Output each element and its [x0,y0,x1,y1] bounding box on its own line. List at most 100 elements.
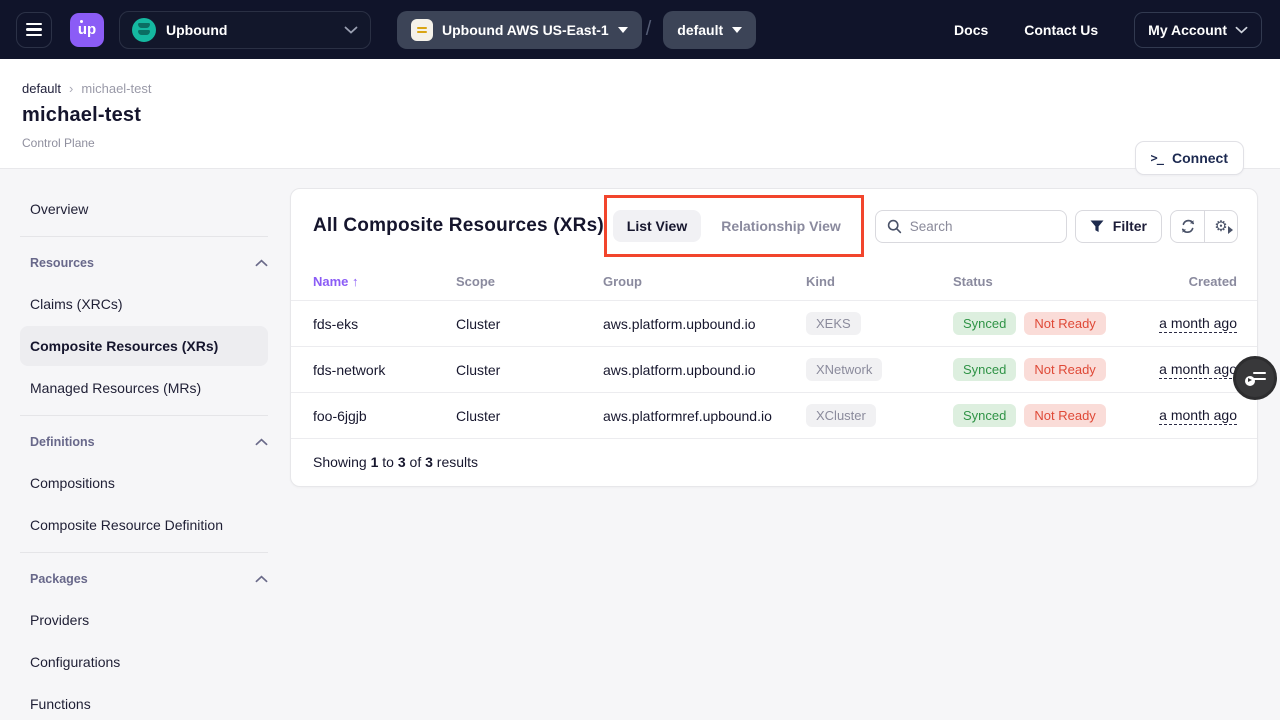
filter-icon [1090,220,1104,233]
breadcrumb-root[interactable]: default [22,81,61,96]
sidebar-section-title: Resources [30,256,94,270]
kind-badge: XNetwork [806,358,882,381]
page-subtitle: Control Plane [22,136,1280,150]
sidebar-item-compositions[interactable]: Compositions [20,463,268,503]
cell-group: aws.platform.upbound.io [603,362,806,378]
status-badge-synced: Synced [953,358,1016,381]
page-title: michael-test [22,104,1280,127]
table-row[interactable]: foo-6jgjbClusteraws.platformref.upbound.… [291,393,1257,439]
sidebar-item-composite-resources-xrs[interactable]: Composite Resources (XRs) [20,326,268,366]
caret-down-icon [732,27,742,33]
namespace-name: default [677,22,723,38]
status-badge-synced: Synced [953,312,1016,335]
cell-status: SyncedNot Ready [953,404,1139,427]
column-header-kind[interactable]: Kind [806,274,953,289]
auto-refresh-settings-button[interactable]: ⚙ [1204,211,1237,242]
namespace-selector[interactable]: default [663,11,756,49]
search-input[interactable] [910,219,1087,234]
gear-play-icon: ⚙ [1214,219,1227,234]
feedback-list-icon [1245,371,1266,386]
my-account-button[interactable]: My Account [1134,12,1262,48]
chevron-up-icon [255,570,268,588]
results-summary-part: 3 [425,454,433,470]
refresh-icon [1180,219,1196,234]
chevron-down-icon [1235,26,1248,34]
sidebar-item-composite-resource-definition[interactable]: Composite Resource Definition [20,505,268,545]
sidebar-item-functions[interactable]: Functions [20,684,268,720]
top-navbar: up Upbound Upbound AWS US-East-1 / defau… [0,0,1280,59]
results-summary-part: results [433,454,478,470]
table-row[interactable]: fds-networkClusteraws.platform.upbound.i… [291,347,1257,393]
sidebar-item-managed-resources-mrs[interactable]: Managed Resources (MRs) [20,368,268,408]
column-header-created[interactable]: Created [1139,274,1237,289]
sidebar-divider [20,236,268,237]
status-badge-not-ready: Not Ready [1024,312,1105,335]
cell-created: a month ago [1139,407,1237,425]
view-toggle-list-view[interactable]: List View [613,210,701,242]
cell-created: a month ago [1139,315,1237,333]
cell-group: aws.platform.upbound.io [603,316,806,332]
nav-link-docs[interactable]: Docs [954,22,988,38]
sidebar-item-configurations[interactable]: Configurations [20,642,268,682]
sidebar-divider [20,552,268,553]
column-header-status[interactable]: Status [953,274,1139,289]
cell-created: a month ago [1139,361,1237,379]
column-header-scope[interactable]: Scope [456,274,603,289]
breadcrumb: default › michael-test [22,81,1280,96]
sidebar: Overview ResourcesClaims (XRCs)Composite… [0,169,290,720]
column-header-name[interactable]: Name ↑ [313,274,456,289]
organization-selector[interactable]: Upbound [119,11,371,49]
sidebar-item-providers[interactable]: Providers [20,600,268,640]
sidebar-section-resources[interactable]: Resources [30,244,268,282]
panel-header: All Composite Resources (XRs) List ViewR… [291,189,1257,263]
sidebar-item-overview[interactable]: Overview [20,189,268,229]
sidebar-divider [20,415,268,416]
created-tooltip-link[interactable]: a month ago [1159,315,1237,333]
breadcrumb-current: michael-test [81,81,151,96]
filter-button[interactable]: Filter [1075,210,1162,243]
control-plane-selector[interactable]: Upbound AWS US-East-1 [397,11,642,49]
organization-name: Upbound [166,22,227,38]
cell-kind: XCluster [806,404,953,427]
table-header-row: Name ↑ScopeGroupKindStatusCreated [291,263,1257,301]
sidebar-item-claims-xrcs[interactable]: Claims (XRCs) [20,284,268,324]
view-toggle: List ViewRelationship View [613,210,855,242]
feedback-widget-button[interactable] [1233,356,1277,400]
column-header-group[interactable]: Group [603,274,806,289]
cell-status: SyncedNot Ready [953,358,1139,381]
refresh-button[interactable] [1171,211,1204,242]
table-row[interactable]: fds-eksClusteraws.platform.upbound.ioXEK… [291,301,1257,347]
results-summary-part: 3 [398,454,406,470]
search-box [875,210,1067,243]
cell-scope: Cluster [456,408,603,424]
nav-link-contact-us[interactable]: Contact Us [1024,22,1098,38]
control-plane-icon [411,19,433,41]
created-tooltip-link[interactable]: a month ago [1159,361,1237,379]
search-icon [887,219,902,234]
view-toggle-relationship-view[interactable]: Relationship View [707,210,855,242]
kind-badge: XCluster [806,404,876,427]
hamburger-menu-button[interactable] [16,12,52,48]
sidebar-section-packages[interactable]: Packages [30,560,268,598]
sidebar-section-definitions[interactable]: Definitions [30,423,268,461]
connect-button[interactable]: >_ Connect [1135,141,1244,175]
chevron-up-icon [255,433,268,451]
cell-name: fds-network [313,362,456,378]
connect-label: Connect [1172,150,1228,166]
chevron-up-icon [255,254,268,272]
breadcrumb-separator-icon: › [69,81,73,96]
results-summary-part: of [406,454,425,470]
cell-status: Synced Not Ready [953,312,1139,335]
status-badge-synced: Synced [953,404,1016,427]
panel-title: All Composite Resources (XRs) [313,215,604,237]
filter-label: Filter [1113,218,1147,234]
page-header: default › michael-test michael-test Cont… [0,59,1280,169]
table-actions-group: ⚙ [1170,210,1238,243]
cell-kind: XEKS [806,312,953,335]
cell-group: aws.platformref.upbound.io [603,408,806,424]
upbound-logo[interactable]: up [70,13,104,47]
created-tooltip-link[interactable]: a month ago [1159,407,1237,425]
results-summary-part: Showing [313,454,371,470]
path-separator: / [646,18,652,41]
cell-scope: Cluster [456,362,603,378]
